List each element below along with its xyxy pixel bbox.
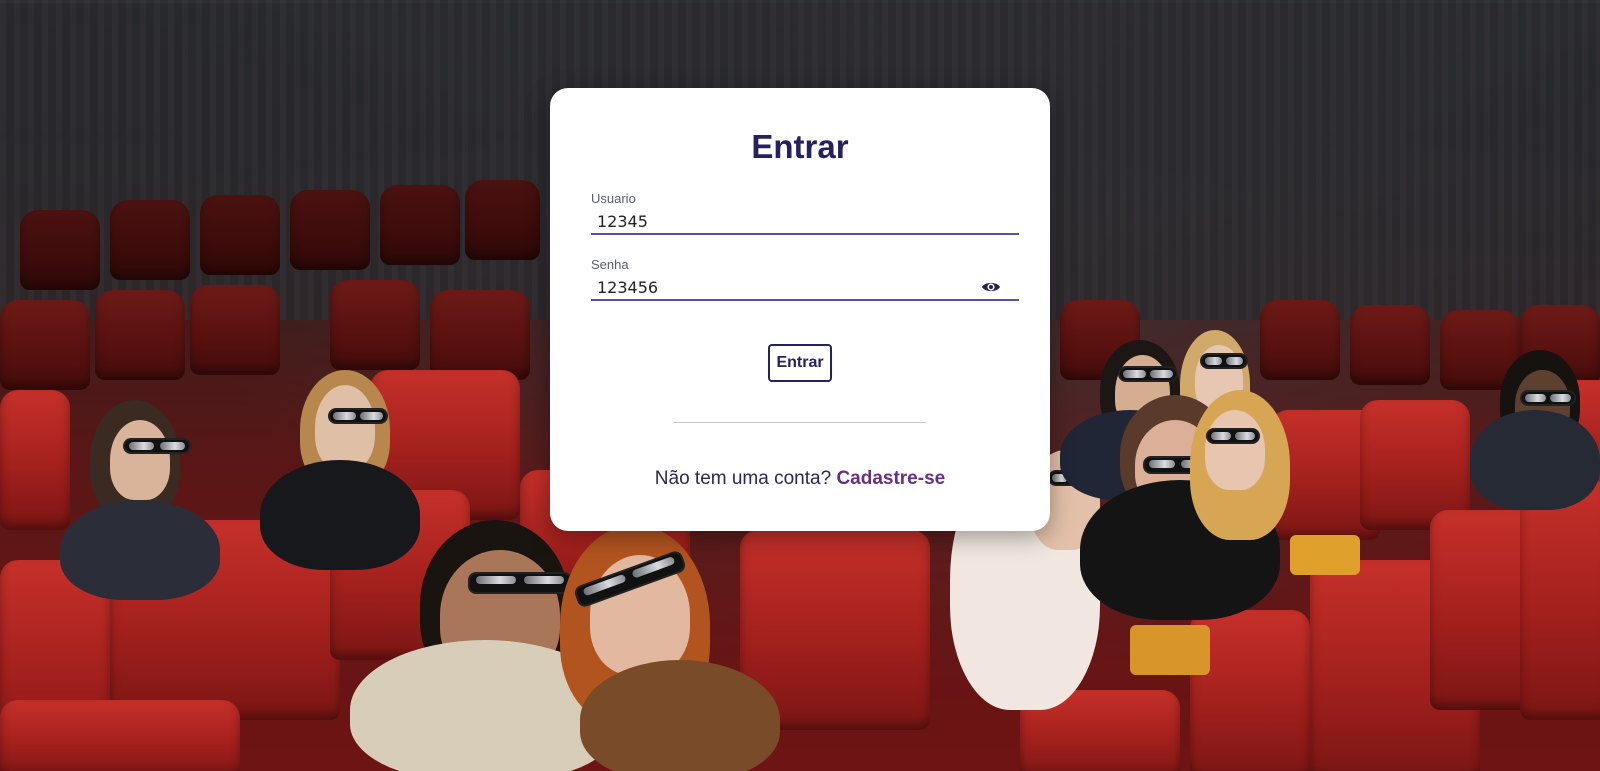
background-seat xyxy=(430,290,530,380)
background-person-face xyxy=(315,385,375,470)
background-seat xyxy=(380,185,460,265)
eye-icon[interactable] xyxy=(981,279,1001,295)
3d-glasses-icon xyxy=(1208,430,1258,442)
eye-icon-graphic xyxy=(982,282,1000,292)
background-seat xyxy=(0,700,240,771)
username-input[interactable] xyxy=(591,209,1019,235)
background-seat xyxy=(0,300,90,390)
background-seat xyxy=(0,390,70,530)
background-seat xyxy=(1520,480,1600,720)
password-label: Senha xyxy=(591,257,629,272)
background-seat xyxy=(20,210,100,290)
username-field: Usuario xyxy=(591,191,1019,237)
background-seat xyxy=(200,195,280,275)
3d-glasses-icon xyxy=(125,440,189,452)
popcorn-box xyxy=(1290,535,1360,575)
3d-glasses-icon xyxy=(470,574,570,592)
3d-glasses-icon xyxy=(1522,392,1574,404)
signup-prompt-text: Não tem uma conta? xyxy=(654,468,832,489)
background-person xyxy=(260,460,420,570)
background-seat xyxy=(1260,300,1340,380)
background-person-face xyxy=(1205,410,1265,490)
login-submit-button[interactable]: Entrar xyxy=(768,344,832,382)
signup-link[interactable]: Cadastre-se xyxy=(836,468,945,489)
username-label: Usuario xyxy=(591,191,636,206)
background-person xyxy=(1470,410,1600,510)
background-seat xyxy=(190,285,280,375)
signup-prompt-line: Não tem uma conta? Cadastre-se xyxy=(550,468,1050,490)
3d-glasses-icon xyxy=(1202,355,1246,367)
3d-glasses-icon xyxy=(1120,368,1176,380)
background-seat xyxy=(110,200,190,280)
password-input[interactable] xyxy=(591,275,1019,301)
background-seat xyxy=(290,190,370,270)
background-person xyxy=(580,660,780,771)
background-seat xyxy=(1350,305,1430,385)
login-title: Entrar xyxy=(751,128,849,165)
popcorn-box xyxy=(1130,625,1210,675)
background-seat xyxy=(465,180,540,260)
3d-glasses-icon xyxy=(330,410,386,422)
divider xyxy=(673,422,926,423)
background-seat xyxy=(330,280,420,370)
background-person-face xyxy=(110,420,170,500)
login-card: Entrar Usuario Senha Entrar Não tem uma … xyxy=(550,88,1050,531)
background-person xyxy=(60,500,220,600)
login-page: Entrar Usuario Senha Entrar Não tem uma … xyxy=(0,0,1600,771)
password-field: Senha xyxy=(591,257,1019,303)
background-seat xyxy=(95,290,185,380)
